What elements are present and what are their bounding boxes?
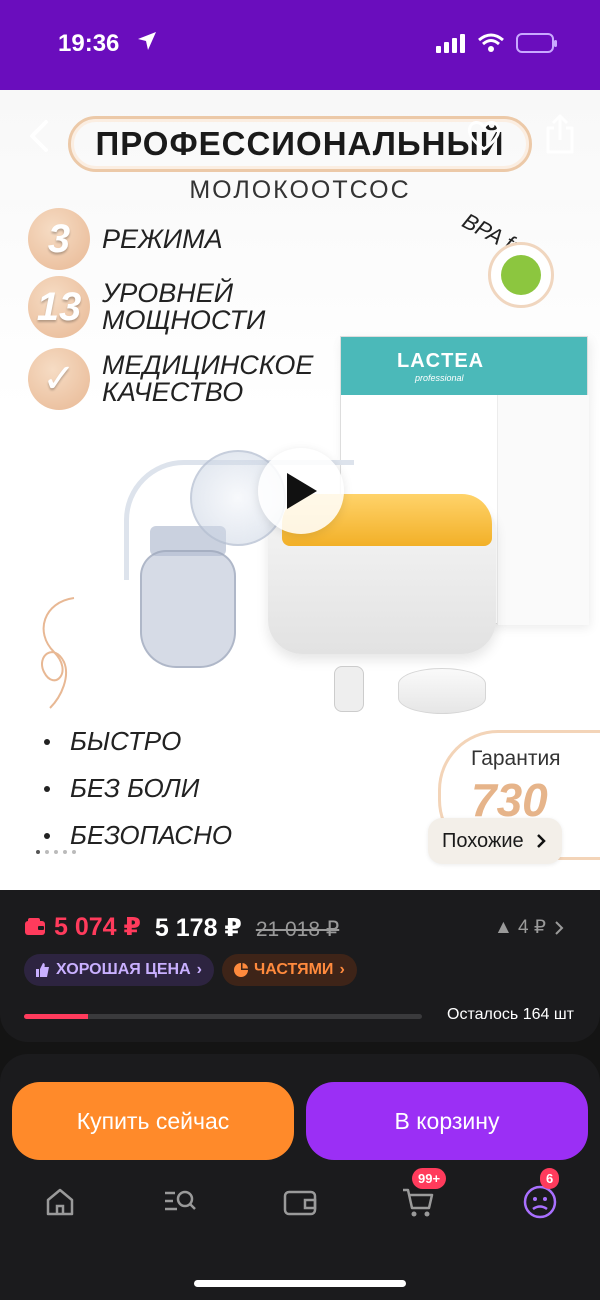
chevron-right-icon: ›	[339, 961, 345, 978]
tab-catalog[interactable]	[160, 1182, 200, 1222]
price-tags: ХОРОШАЯ ЦЕНА › ЧАСТЯМИ ›	[24, 954, 357, 986]
feature-text: УРОВНЕЙ МОЩНОСТИ	[102, 278, 266, 335]
status-bar: 19:36	[0, 0, 600, 90]
battery-icon	[516, 33, 557, 53]
feature-modes: 3 РЕЖИМА	[28, 208, 223, 270]
similar-products-button[interactable]: Похожие	[428, 818, 562, 864]
bpa-free-badge: BPA free	[458, 208, 580, 318]
feature-text: РЕЖИМА	[102, 223, 223, 254]
leaf-icon	[488, 242, 554, 308]
thumb-up-icon	[36, 963, 49, 977]
home-icon	[46, 1188, 74, 1216]
good-price-tag[interactable]: ХОРОШАЯ ЦЕНА ›	[24, 954, 214, 986]
tab-profile[interactable]: 6	[520, 1168, 560, 1222]
home-indicator	[194, 1280, 406, 1287]
signal-icon	[436, 34, 465, 53]
cart-badge: 99+	[412, 1168, 447, 1189]
tab-wallet[interactable]	[280, 1182, 320, 1222]
box-subtitle: professional	[415, 372, 464, 383]
box-side	[497, 395, 589, 625]
benefit-list: БЫСТРО БЕЗ БОЛИ БЕЗОПАСНО	[44, 718, 232, 859]
feature-badge: 13	[28, 276, 90, 338]
card-price: 5 178 ₽	[154, 914, 242, 942]
status-icons	[436, 33, 557, 53]
location-arrow-icon	[138, 32, 156, 50]
gallery-indicator	[36, 850, 76, 854]
price-row: 5 074 ₽ 5 178 ₽ 21 018 ₽	[24, 912, 339, 943]
back-icon[interactable]	[22, 116, 56, 156]
wifi-icon	[478, 33, 504, 52]
wallet-icon	[283, 1190, 317, 1216]
product-headline: ПРОФЕССИОНАЛЬНЫЙ	[68, 116, 532, 172]
feature-text: МЕДИЦИНСКОЕ КАЧЕСТВО	[102, 350, 314, 407]
share-icon[interactable]	[542, 112, 578, 156]
bottle-cap	[398, 668, 486, 714]
similar-label: Похожие	[442, 829, 524, 852]
pie-chart-icon	[233, 963, 248, 977]
benefit-item: БЫСТРО	[44, 718, 232, 765]
tab-cart[interactable]: 99+	[398, 1168, 447, 1222]
benefit-item: БЕЗ БОЛИ	[44, 765, 232, 812]
play-icon	[287, 473, 317, 509]
tab-bar: 99+ 6	[0, 1168, 600, 1242]
wallet-icon	[25, 918, 45, 935]
price-change[interactable]: ▲ 4 ₽	[494, 916, 564, 939]
bottle	[140, 550, 236, 668]
favorite-heart-icon[interactable]	[466, 118, 502, 152]
profile-icon	[523, 1185, 557, 1219]
catalog-search-icon	[165, 1190, 196, 1211]
action-panel: Купить сейчас В корзину 99+ 6	[0, 1054, 600, 1300]
product-subheadline: МОЛОКООТСОС	[189, 176, 411, 204]
add-to-cart-button[interactable]: В корзину	[306, 1082, 588, 1160]
chevron-right-icon: ›	[196, 961, 202, 978]
warranty-label: Гарантия	[471, 747, 561, 770]
feature-badge: 3	[28, 208, 90, 270]
chevron-right-icon	[555, 920, 564, 935]
old-price: 21 018 ₽	[255, 918, 340, 941]
profile-badge: 6	[540, 1168, 560, 1189]
installments-tag[interactable]: ЧАСТЯМИ ›	[221, 954, 357, 986]
stock-progress-fill	[24, 1014, 88, 1019]
tab-home[interactable]	[40, 1182, 80, 1222]
valve-part	[334, 666, 364, 712]
feature-medical-quality: ✓ МЕДИЦИНСКОЕ КАЧЕСТВО	[28, 348, 342, 410]
feature-power-levels: 13 УРОВНЕЙ МОЩНОСТИ	[28, 276, 292, 338]
product-gallery[interactable]: ПРОФЕССИОНАЛЬНЫЙ МОЛОКООТСОС 3 РЕЖИМА 13…	[0, 90, 600, 890]
box-brand: LACTEA	[397, 349, 485, 372]
play-video-button[interactable]	[258, 448, 344, 534]
buy-now-button[interactable]: Купить сейчас	[12, 1082, 294, 1160]
wallet-price[interactable]: 5 074 ₽	[24, 912, 141, 942]
check-badge-icon: ✓	[28, 348, 90, 410]
status-time: 19:36	[58, 30, 120, 57]
decorative-swirl-icon	[41, 597, 75, 709]
cart-icon	[403, 1188, 434, 1217]
stock-remaining: Осталось 164 шт	[447, 1006, 574, 1023]
price-panel: 5 074 ₽ 5 178 ₽ 21 018 ₽ ▲ 4 ₽ ХОРОШАЯ Ц…	[0, 890, 600, 1042]
chevron-right-icon	[536, 834, 546, 848]
stock-progress-bar	[24, 1014, 422, 1019]
